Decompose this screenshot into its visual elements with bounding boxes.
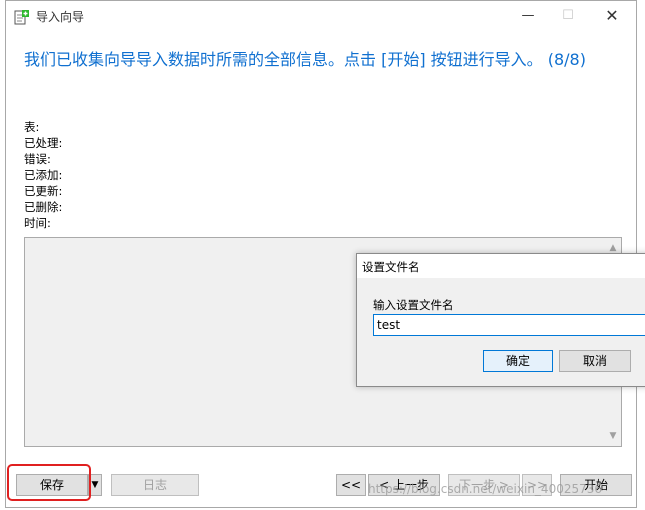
- cancel-button[interactable]: 取消: [559, 350, 631, 372]
- filename-label: 输入设置文件名: [373, 298, 454, 312]
- import-wizard-icon: [14, 10, 29, 25]
- dialog-title: 设置文件名: [362, 260, 420, 274]
- maximize-button[interactable]: ☐: [548, 1, 588, 31]
- log-button[interactable]: 日志: [111, 474, 199, 496]
- minimize-button[interactable]: —: [508, 1, 548, 31]
- scroll-down-icon[interactable]: ▼: [607, 430, 619, 442]
- stat-updated-label: 已更新:: [24, 184, 63, 198]
- stat-time-label: 时间:: [24, 216, 51, 230]
- dialog-title-bar[interactable]: 设置文件名: [357, 254, 645, 278]
- window-title: 导入向导: [36, 10, 85, 24]
- stat-processed-label: 已处理:: [24, 136, 63, 150]
- stat-table-label: 表:: [24, 120, 40, 134]
- title-bar[interactable]: 导入向导 — ☐ ✕: [6, 1, 636, 33]
- filename-input[interactable]: [373, 314, 645, 336]
- save-button-highlight: [7, 464, 91, 501]
- wizard-headline: 我们已收集向导导入数据时所需的全部信息。点击 [开始] 按钮进行导入。 (8/8…: [24, 50, 586, 69]
- stat-added-label: 已添加:: [24, 168, 63, 182]
- first-step-button[interactable]: <<: [336, 474, 366, 496]
- close-button[interactable]: ✕: [592, 1, 632, 31]
- import-stats: 表: 已处理: 错误: 已添加: 已更新: 已删除: 时间:: [24, 119, 62, 231]
- set-filename-dialog: 设置文件名 输入设置文件名 确定 取消: [356, 253, 645, 387]
- stat-deleted-label: 已删除:: [24, 200, 63, 214]
- watermark-text: https://blog.csdn.net/weixin_40025736: [368, 482, 603, 496]
- stat-errors-label: 错误:: [24, 152, 51, 166]
- ok-button[interactable]: 确定: [483, 350, 553, 372]
